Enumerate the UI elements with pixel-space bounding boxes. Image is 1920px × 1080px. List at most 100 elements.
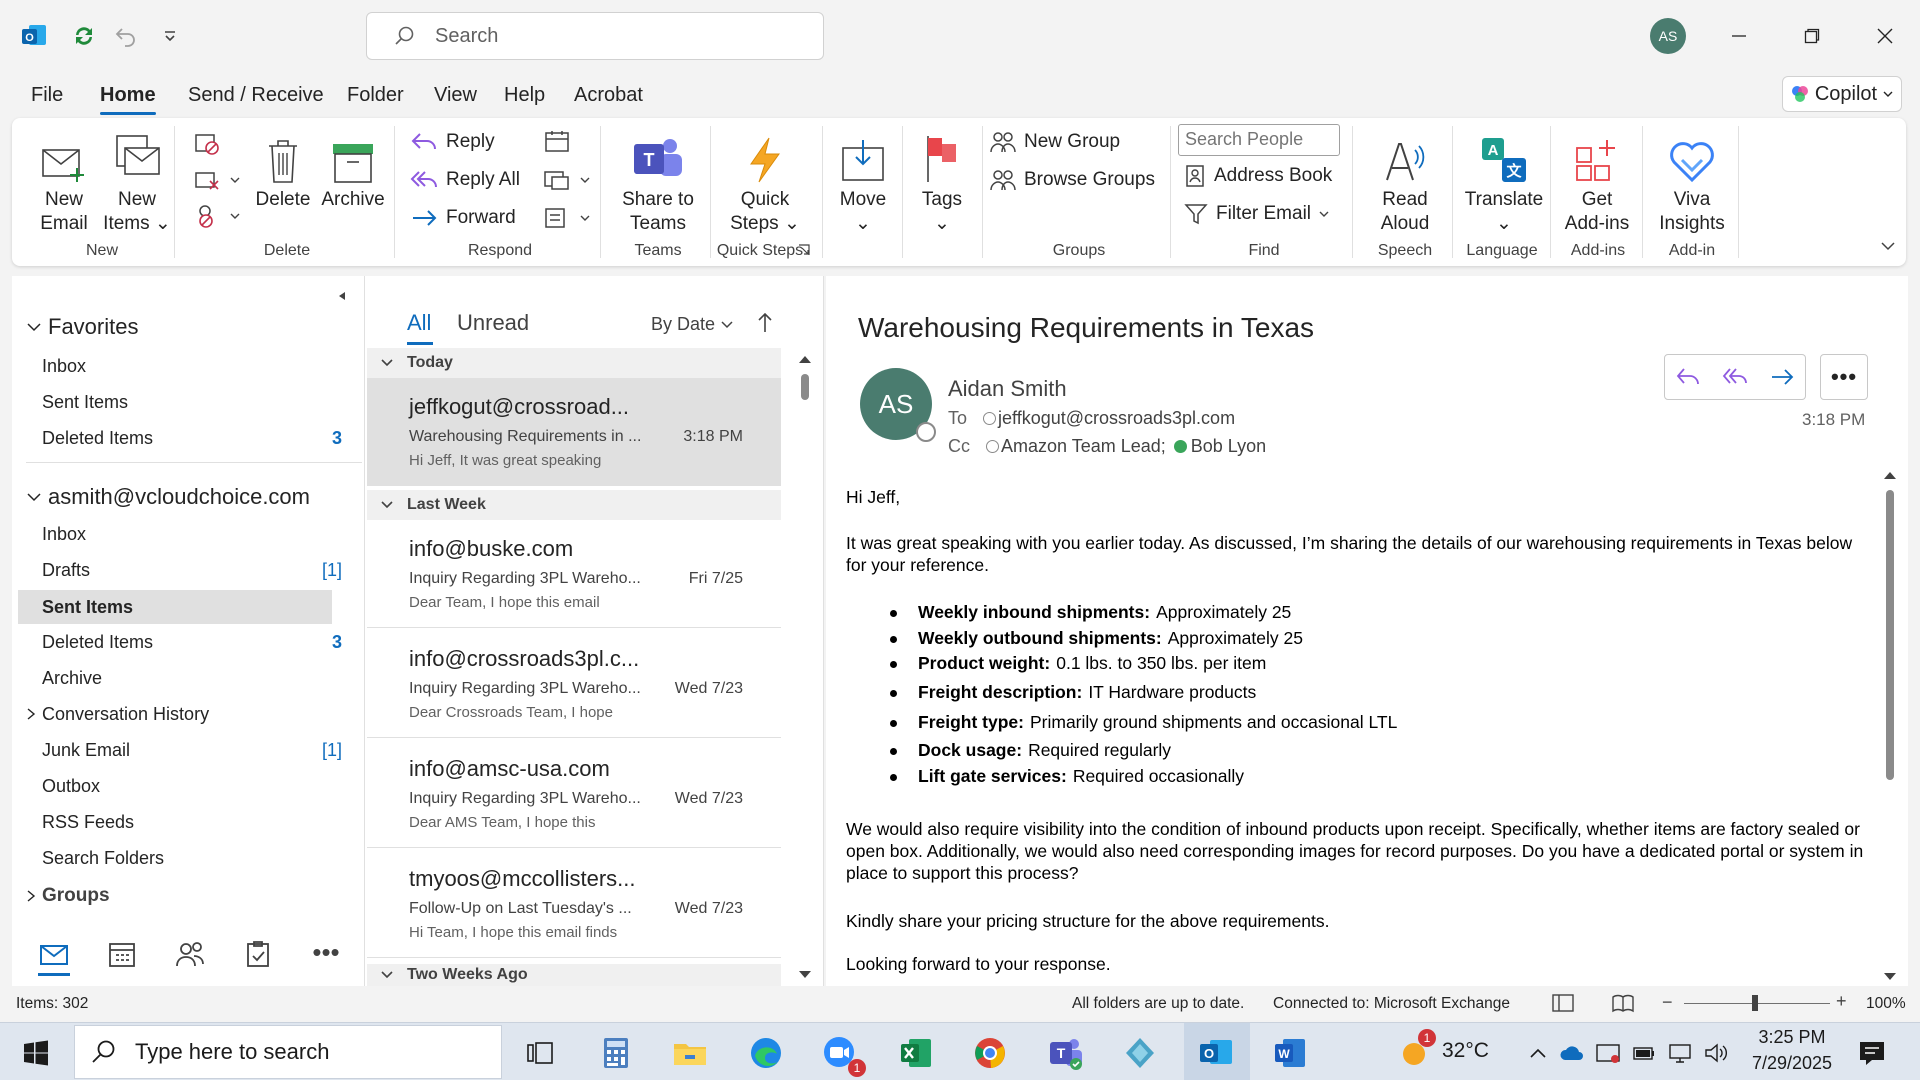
customize-toolbar-icon[interactable]	[152, 18, 188, 54]
message-item[interactable]: info@amsc-usa.com Inquiry Regarding 3PL …	[367, 740, 781, 848]
task-view-icon[interactable]	[518, 1031, 562, 1075]
start-button[interactable]	[14, 1031, 58, 1075]
cleanup-button[interactable]	[192, 164, 240, 196]
undo-icon[interactable]	[108, 18, 144, 54]
forward-button[interactable]	[1758, 354, 1806, 400]
junk-button[interactable]	[192, 200, 240, 232]
calculator-icon[interactable]	[594, 1031, 638, 1075]
reply-button[interactable]	[1664, 354, 1712, 400]
translate-button[interactable]: A文 Translate ⌄	[1456, 128, 1552, 236]
taskbar-search[interactable]: Type here to search	[74, 1025, 502, 1079]
zoom-in-button[interactable]: +	[1836, 991, 1847, 1012]
tab-view[interactable]: View	[434, 84, 477, 107]
notifications-icon[interactable]	[1850, 1031, 1894, 1075]
reading-view-icon[interactable]	[1612, 993, 1634, 1013]
new-group-button[interactable]: New Group	[990, 126, 1120, 158]
folder-deleted-items[interactable]: Deleted Items 3	[42, 626, 342, 658]
zoom-level[interactable]: 100%	[1866, 995, 1906, 1013]
calendar-module-icon[interactable]	[106, 938, 138, 970]
edge-icon[interactable]	[744, 1031, 788, 1075]
read-aloud-button[interactable]: Read Aloud	[1360, 128, 1450, 236]
tab-send-receive[interactable]: Send / Receive	[188, 84, 324, 107]
to-recipient[interactable]: jeffkogut@crossroads3pl.com	[998, 408, 1235, 429]
temperature[interactable]: 32°C	[1442, 1039, 1489, 1063]
teams-taskbar-icon[interactable]: T	[1044, 1031, 1088, 1075]
normal-view-icon[interactable]	[1552, 993, 1574, 1013]
more-actions-button[interactable]: •••	[1820, 354, 1868, 400]
zoom-app-icon[interactable]: 1	[818, 1031, 866, 1077]
favorite-inbox[interactable]: Inbox	[42, 350, 342, 382]
new-email-button[interactable]: New Email	[34, 128, 94, 236]
people-module-icon[interactable]	[174, 938, 206, 970]
im-button[interactable]	[542, 164, 590, 196]
excel-icon[interactable]	[894, 1031, 938, 1075]
message-list-scrollbar[interactable]	[795, 352, 815, 982]
tab-help[interactable]: Help	[504, 84, 545, 107]
ribbon-collapse-icon[interactable]	[1880, 240, 1896, 252]
address-book-button[interactable]: Address Book	[1184, 160, 1332, 192]
collapse-pane-icon[interactable]	[336, 290, 348, 302]
archive-button[interactable]: Archive	[318, 128, 388, 212]
tasks-module-icon[interactable]	[242, 938, 274, 970]
app-icon[interactable]	[1118, 1031, 1162, 1075]
folder-rss-feeds[interactable]: RSS Feeds	[42, 806, 342, 838]
more-respond-button[interactable]	[542, 202, 590, 234]
account-header[interactable]: asmith@vcloudchoice.com	[26, 484, 310, 510]
minimize-button[interactable]	[1720, 18, 1758, 54]
browse-groups-button[interactable]: Browse Groups	[990, 164, 1155, 196]
cc-recipient[interactable]: Bob Lyon	[1191, 436, 1266, 457]
share-to-teams-button[interactable]: T Share to Teams	[608, 128, 708, 236]
weather-icon[interactable]: 1	[1394, 1029, 1438, 1075]
onedrive-icon[interactable]	[1552, 1031, 1592, 1075]
viva-insights-button[interactable]: Viva Insights	[1648, 128, 1736, 236]
sort-direction-icon[interactable]	[757, 312, 773, 334]
sync-icon[interactable]	[66, 18, 102, 54]
reply-button[interactable]: Reply	[410, 126, 495, 158]
clock-time[interactable]: 3:25 PM	[1744, 1027, 1840, 1048]
reply-all-button[interactable]	[1711, 354, 1759, 400]
cc-recipient[interactable]: Amazon Team Lead;	[1001, 436, 1166, 457]
filter-unread-tab[interactable]: Unread	[457, 310, 529, 336]
network-icon[interactable]	[1660, 1031, 1700, 1075]
folder-outbox[interactable]: Outbox	[42, 770, 342, 802]
quick-steps-button[interactable]: Quick Steps ⌄	[718, 128, 812, 236]
folder-drafts[interactable]: Drafts [1]	[42, 554, 342, 586]
chrome-icon[interactable]	[968, 1031, 1012, 1075]
folder-inbox[interactable]: Inbox	[42, 518, 342, 550]
delete-button[interactable]: Delete	[252, 128, 314, 212]
new-items-button[interactable]: New Items ⌄	[102, 128, 172, 236]
more-modules-icon[interactable]: •••	[308, 938, 344, 970]
message-item-selected[interactable]: jeffkogut@crossroad... Warehousing Requi…	[367, 378, 781, 486]
message-item[interactable]: tmyoos@mccollisters... Follow-Up on Last…	[367, 850, 781, 958]
file-explorer-icon[interactable]	[668, 1031, 712, 1075]
forward-button[interactable]: Forward	[410, 202, 516, 234]
filter-all-tab[interactable]: All	[407, 310, 431, 336]
zoom-slider-thumb[interactable]	[1752, 995, 1758, 1011]
ignore-button[interactable]	[192, 128, 222, 160]
tags-button[interactable]: Tags ⌄	[910, 128, 974, 236]
favorite-deleted-items[interactable]: Deleted Items 3	[42, 422, 342, 454]
mail-module-icon[interactable]	[38, 938, 70, 976]
tab-acrobat[interactable]: Acrobat	[574, 84, 643, 107]
search-people-input[interactable]: Search People	[1178, 124, 1340, 156]
search-box[interactable]: Search	[366, 12, 824, 60]
group-header-last-week[interactable]: Last Week	[367, 490, 781, 520]
zoom-out-button[interactable]: −	[1662, 992, 1673, 1013]
sort-by-date-dropdown[interactable]: By Date	[651, 314, 733, 335]
dialog-launcher-icon[interactable]	[798, 244, 810, 256]
groups-header[interactable]: Groups	[26, 880, 110, 912]
word-icon[interactable]: W	[1268, 1031, 1312, 1075]
folder-search-folders[interactable]: Search Folders	[42, 842, 342, 874]
folder-conversation-history[interactable]: Conversation History	[26, 698, 326, 730]
meeting-button[interactable]	[542, 126, 572, 158]
outlook-taskbar-icon[interactable]: O	[1194, 1031, 1238, 1075]
battery-icon[interactable]	[1624, 1031, 1664, 1075]
favorite-sent-items[interactable]: Sent Items	[42, 386, 342, 418]
account-avatar[interactable]: AS	[1650, 18, 1686, 54]
reply-all-button[interactable]: Reply All	[410, 164, 520, 196]
tab-home[interactable]: Home	[100, 84, 156, 115]
volume-icon[interactable]	[1696, 1031, 1736, 1075]
sender-name[interactable]: Aidan Smith	[948, 376, 1067, 402]
filter-email-button[interactable]: Filter Email	[1184, 198, 1329, 230]
favorites-header[interactable]: Favorites	[26, 314, 138, 340]
